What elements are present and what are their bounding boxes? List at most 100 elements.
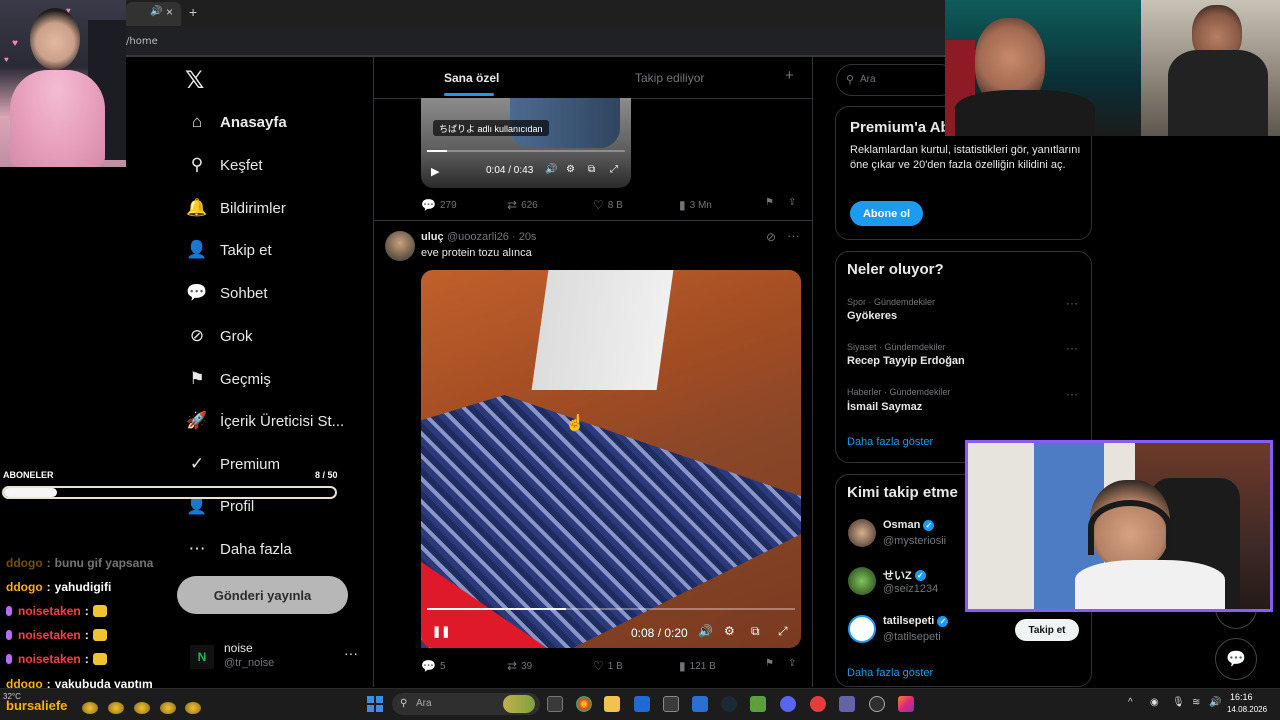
x-logo-icon[interactable]: 𝕏 [185,66,204,94]
play-icon[interactable]: ▶ [431,165,439,178]
instagram-icon[interactable] [898,696,914,712]
chevron-up-icon[interactable]: ^ [1128,697,1133,708]
more-icon[interactable]: ··· [787,228,800,243]
settings-icon[interactable]: ⚙ [724,624,735,638]
mail-icon[interactable] [692,696,708,712]
chrome-icon[interactable] [576,696,592,712]
avatar[interactable] [385,231,415,261]
tray-app-icon[interactable]: ◉ [1150,697,1159,708]
subscribe-button[interactable]: Abone ol [850,201,923,226]
share-icon[interactable]: ⇪ [788,658,796,669]
show-more-link[interactable]: Daha fazla göster [847,436,933,448]
weather-widget[interactable]: 32°C [3,692,21,701]
chat-user: noisetaken [18,628,81,642]
follow-name[interactable]: せいZ ✓ [883,567,926,583]
views-action[interactable]: ▮ 3 Mn [679,198,712,212]
follow-name[interactable]: tatilsepeti ✓ [883,615,949,627]
views-action[interactable]: ▮ 121 B [679,659,716,673]
reply-action[interactable]: 💬 5 [421,659,446,673]
discord-icon[interactable] [780,696,796,712]
trend-item[interactable]: Gyökeres [847,310,897,322]
avatar[interactable] [848,615,876,643]
task-view-icon[interactable] [547,696,563,712]
message-icon: 💬 [1226,651,1246,668]
avatar[interactable]: N [190,645,214,669]
minecraft-icon[interactable] [750,696,766,712]
reply-action[interactable]: 💬 279 [421,198,457,212]
like-action[interactable]: ♡ 8 B [593,198,623,212]
settings-icon[interactable]: ⚙ [566,164,575,175]
who-to-follow-title: Kimi takip etme [847,484,958,501]
close-icon[interactable]: × [166,5,173,19]
repost-action[interactable]: ⇄ 626 [507,198,538,212]
more-icon[interactable]: ··· [1066,296,1078,310]
like-action[interactable]: ♡ 1 B [593,659,623,673]
bookmark-icon[interactable]: ⚑ [765,658,774,669]
author-name[interactable]: uluç [421,231,444,243]
avatar[interactable] [848,519,876,547]
obs-icon[interactable] [869,696,885,712]
clock-date[interactable]: 14.08.2026 [1227,705,1267,714]
volume-icon[interactable]: 🔊 [1209,697,1221,708]
fullscreen-icon[interactable]: ⤢ [610,164,618,175]
sidebar-item-4[interactable]: 👤 Takip et [186,235,271,265]
video-source-tag[interactable]: ちばりよ adlı kullanıcıdan [433,120,549,136]
webcam-person-body [955,90,1095,136]
wifi-icon[interactable]: ≋ [1192,697,1200,708]
repost-action[interactable]: ⇄ 39 [507,659,532,673]
mic-icon[interactable]: 🎙 [1172,697,1185,708]
chat-message: ddogo: bunu gif yapsana [6,556,153,570]
teams-icon[interactable] [839,696,855,712]
pip-icon[interactable]: ⧉ [588,164,595,175]
folder-icon[interactable] [604,696,620,712]
sidebar-item-5[interactable]: 💬 Sohbet [186,278,267,308]
tab-following[interactable]: Takip ediliyor [635,71,704,85]
chat-message: noisetaken: [6,604,107,618]
show-more-link[interactable]: Daha fazla göster [847,667,933,679]
share-icon[interactable]: ⇪ [788,197,796,208]
sidebar-item-9[interactable]: ✓ Premium [186,449,280,479]
trend-item[interactable]: Recep Tayyip Erdoğan [847,355,965,367]
sidebar-item-11[interactable]: ⋯ Daha fazla [186,534,292,564]
bell-icon: 🔔 [186,198,208,217]
follow-name[interactable]: Osman ✓ [883,519,935,531]
bookmark-icon[interactable]: ⚑ [765,197,774,208]
outlook-icon[interactable] [634,696,650,712]
trends-title: Neler oluyor? [847,261,944,278]
store-icon[interactable] [663,696,679,712]
pause-icon[interactable]: ❚❚ [432,625,450,638]
follow-button[interactable]: Takip et [1015,619,1079,641]
new-tab-button[interactable]: + [189,4,197,20]
messages-button[interactable]: 💬 [1215,638,1257,680]
sidebar-item-1[interactable]: ⌂ Anasayfa [186,107,287,137]
fullscreen-icon[interactable]: ⤢ [778,624,788,639]
speaker-icon[interactable]: 🔊 [150,6,162,17]
volume-icon[interactable]: 🔊 [698,624,713,638]
steam-icon[interactable] [721,696,737,712]
pip-icon[interactable]: ⧉ [751,624,760,639]
video-progress-track[interactable] [427,150,625,152]
windows-start-icon[interactable] [367,696,383,712]
sidebar-item-2[interactable]: ⚲ Keşfet [186,150,263,180]
grok-icon[interactable]: ⊘ [766,230,776,244]
trend-item[interactable]: İsmail Saymaz [847,401,922,413]
post-button[interactable]: Gönderi yayınla [177,576,348,614]
sidebar-item-7[interactable]: ⚑ Geçmiş [186,364,270,394]
sidebar-item-8[interactable]: 🚀 İçerik Üreticisi St... [186,406,344,436]
media-icon[interactable] [810,696,826,712]
add-tab-button[interactable]: + [785,67,794,84]
sidebar-item-3[interactable]: 🔔 Bildirimler [186,193,285,223]
tab-for-you[interactable]: Sana özel [444,71,499,85]
address-bar[interactable]: /home [126,36,158,47]
clock-time[interactable]: 16:16 [1230,692,1253,702]
volume-icon[interactable]: 🔊 [545,164,557,175]
account-name[interactable]: noise [224,641,253,655]
chat-user: noisetaken [18,652,81,666]
chat-separator: : [46,580,51,594]
avatar[interactable] [848,567,876,595]
more-icon[interactable]: ··· [344,645,358,661]
more-icon[interactable]: ··· [1066,341,1078,355]
more-icon[interactable]: ··· [1066,387,1078,401]
sidebar-item-6[interactable]: ⊘ Grok [186,321,253,351]
author-handle[interactable]: @uoozarli26 · 20s [447,231,536,243]
